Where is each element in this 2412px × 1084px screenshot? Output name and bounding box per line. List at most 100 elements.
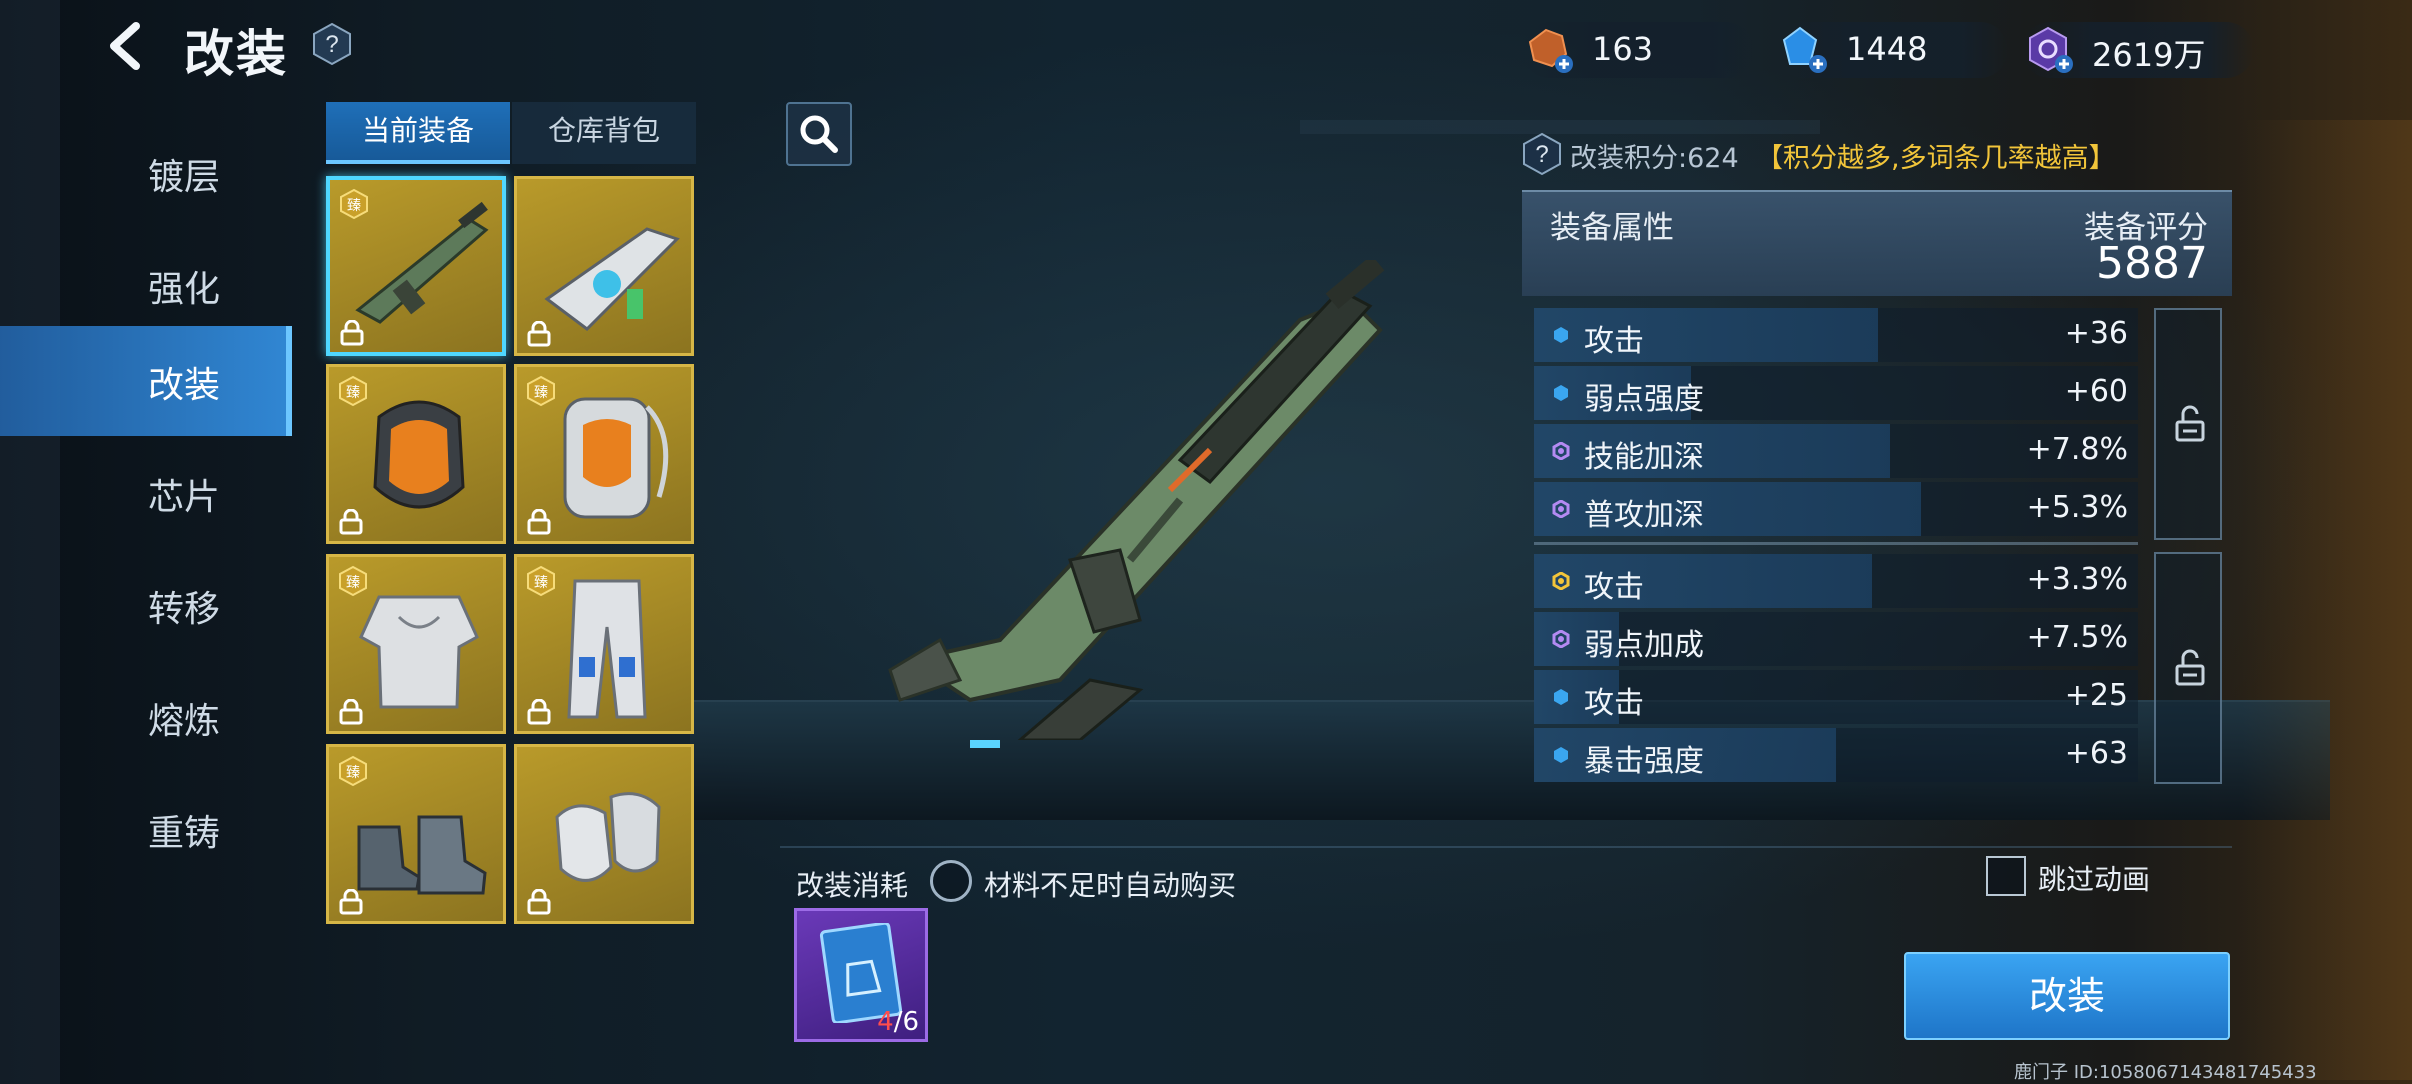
nav-item-label: 芯片 — [148, 477, 221, 518]
purple-hex-dot-icon — [1552, 442, 1570, 460]
rank-badge-text: 臻 — [534, 575, 548, 591]
question-icon[interactable]: ? — [1522, 132, 1562, 176]
blue-hex-dot-icon — [1554, 327, 1568, 343]
attribute-value: +3.3% — [2026, 562, 2128, 597]
currency-core: 2619万 — [2022, 22, 2254, 78]
unlock-icon — [2175, 649, 2205, 686]
attribute-name: 技能加深 — [1584, 440, 1704, 475]
rank-badge-text: 臻 — [346, 385, 360, 401]
currency-crystal: 1448 — [1776, 22, 2008, 78]
item-slot-armor[interactable]: 臻 — [326, 554, 506, 734]
attribute-value: +25 — [2064, 678, 2128, 713]
material-count: 4/6 — [877, 1007, 919, 1037]
attribute-name: 攻击 — [1584, 570, 1644, 605]
item-slot-gloves[interactable] — [514, 744, 694, 924]
cost-label: 改装消耗 — [796, 869, 909, 902]
lock-icon — [527, 321, 551, 347]
attribute-name: 弱点强度 — [1584, 382, 1704, 417]
nav-item-label: 强化 — [148, 269, 221, 310]
page-title: 改装 — [184, 25, 288, 83]
attribute-value: +5.3% — [2026, 490, 2128, 525]
attribute-name: 攻击 — [1584, 324, 1644, 359]
blue-hex-dot-icon — [1554, 385, 1568, 401]
auto-buy-radio[interactable] — [930, 860, 972, 902]
rank-badge-icon: 臻 — [340, 188, 368, 220]
attribute-name: 弱点加成 — [1584, 628, 1704, 663]
item-slot-helmet[interactable]: 臻 — [326, 364, 506, 544]
search-icon — [800, 115, 838, 153]
material-slot[interactable]: 4/6 — [794, 908, 928, 1042]
tab-warehouse[interactable]: 仓库背包 — [512, 102, 696, 164]
modify-button[interactable]: 改装 — [1904, 952, 2230, 1040]
attribute-value: +7.8% — [2026, 432, 2128, 467]
currency-core-value: 2619万 — [2092, 36, 2206, 74]
rank-badge-icon: 臻 — [527, 375, 555, 407]
attribute-value: +63 — [2064, 736, 2128, 771]
ore-plus-icon[interactable] — [1522, 24, 1576, 76]
rank-badge-icon: 臻 — [339, 375, 367, 407]
currency-ore: 163 — [1522, 22, 1754, 78]
nav-item-modify[interactable]: 改装 — [0, 326, 292, 436]
rank-badge-icon: 臻 — [527, 565, 555, 597]
back-button[interactable] — [96, 14, 156, 78]
attribute-row: 技能加深 +7.8% — [1534, 424, 2138, 478]
attribute-name: 攻击 — [1584, 686, 1644, 721]
group-divider — [1534, 542, 2138, 545]
lock-toggle-group-2[interactable] — [2154, 552, 2222, 784]
lock-icon — [527, 509, 551, 535]
svg-text:?: ? — [325, 31, 338, 58]
item-slot-rifle[interactable]: 臻 — [326, 176, 506, 356]
attribute-row: 攻击 +25 — [1534, 670, 2138, 724]
purple-hex-dot-icon — [1552, 630, 1570, 648]
blue-hex-dot-icon — [1554, 747, 1568, 763]
item-slot-pants[interactable]: 臻 — [514, 554, 694, 734]
attribute-row: 普攻加深 +5.3% — [1534, 482, 2138, 536]
item-slot-boots[interactable]: 臻 — [326, 744, 506, 924]
help-button[interactable]: ? — [312, 22, 352, 66]
search-button[interactable] — [786, 102, 852, 166]
attribute-row: 弱点加成 +7.5% — [1534, 612, 2138, 666]
nav-item-plating[interactable]: 镀层 — [0, 118, 292, 228]
weapon-model-image — [888, 260, 1385, 740]
blue-crystal-plus-icon[interactable] — [1776, 24, 1830, 76]
attribute-name: 普攻加深 — [1584, 498, 1704, 533]
nav-item-smelt[interactable]: 熔炼 — [0, 662, 292, 772]
currency-crystal-value: 1448 — [1846, 30, 1928, 68]
skip-animation-label[interactable]: 跳过动画 — [2038, 858, 2150, 898]
rank-badge-icon: 臻 — [339, 755, 367, 787]
currency-ore-value: 163 — [1592, 30, 1654, 68]
modify-score-label: 改装积分:624 — [1570, 143, 1739, 174]
lock-toggle-group-1[interactable] — [2154, 308, 2222, 540]
rating-value: 5887 — [2096, 238, 2208, 289]
nav-item-label: 镀层 — [148, 157, 221, 198]
rank-badge-text: 臻 — [346, 765, 360, 781]
lock-icon — [527, 889, 551, 915]
tab-current-equipment[interactable]: 当前装备 — [326, 102, 510, 164]
unlock-icon — [2175, 405, 2205, 442]
nav-item-label: 重铸 — [148, 813, 221, 854]
item-slot-heavy-gun[interactable] — [514, 176, 694, 356]
material-need: /6 — [893, 1007, 919, 1037]
skip-animation-checkbox[interactable] — [1986, 856, 2026, 896]
modify-score-hint: 【积分越多,多词条几率越高】 — [1756, 143, 2116, 174]
purple-hex-dot-icon — [1552, 500, 1570, 518]
nav-item-enhance[interactable]: 强化 — [0, 230, 292, 340]
attribute-row: 弱点强度 +60 — [1534, 366, 2138, 420]
bg-right-glow — [2242, 120, 2412, 1080]
auto-buy-label[interactable]: 材料不足时自动购买 — [984, 864, 1236, 904]
nav-item-chip[interactable]: 芯片 — [0, 438, 292, 548]
item-slot-backpack[interactable]: 臻 — [514, 364, 694, 544]
material-have: 4 — [877, 1007, 894, 1037]
purple-core-plus-icon[interactable] — [2022, 24, 2076, 76]
nav-item-transfer[interactable]: 转移 — [0, 550, 292, 660]
lock-icon — [527, 699, 551, 725]
attribute-value: +60 — [2064, 374, 2128, 409]
rank-badge-text: 臻 — [534, 385, 548, 401]
lock-icon — [340, 320, 364, 346]
lock-icon — [339, 509, 363, 535]
attribute-name: 暴击强度 — [1584, 744, 1704, 779]
attribute-row: 暴击强度 +63 — [1534, 728, 2138, 782]
nav-item-label: 转移 — [148, 589, 221, 630]
attribute-value: +7.5% — [2026, 620, 2128, 655]
nav-item-recast[interactable]: 重铸 — [0, 774, 292, 884]
